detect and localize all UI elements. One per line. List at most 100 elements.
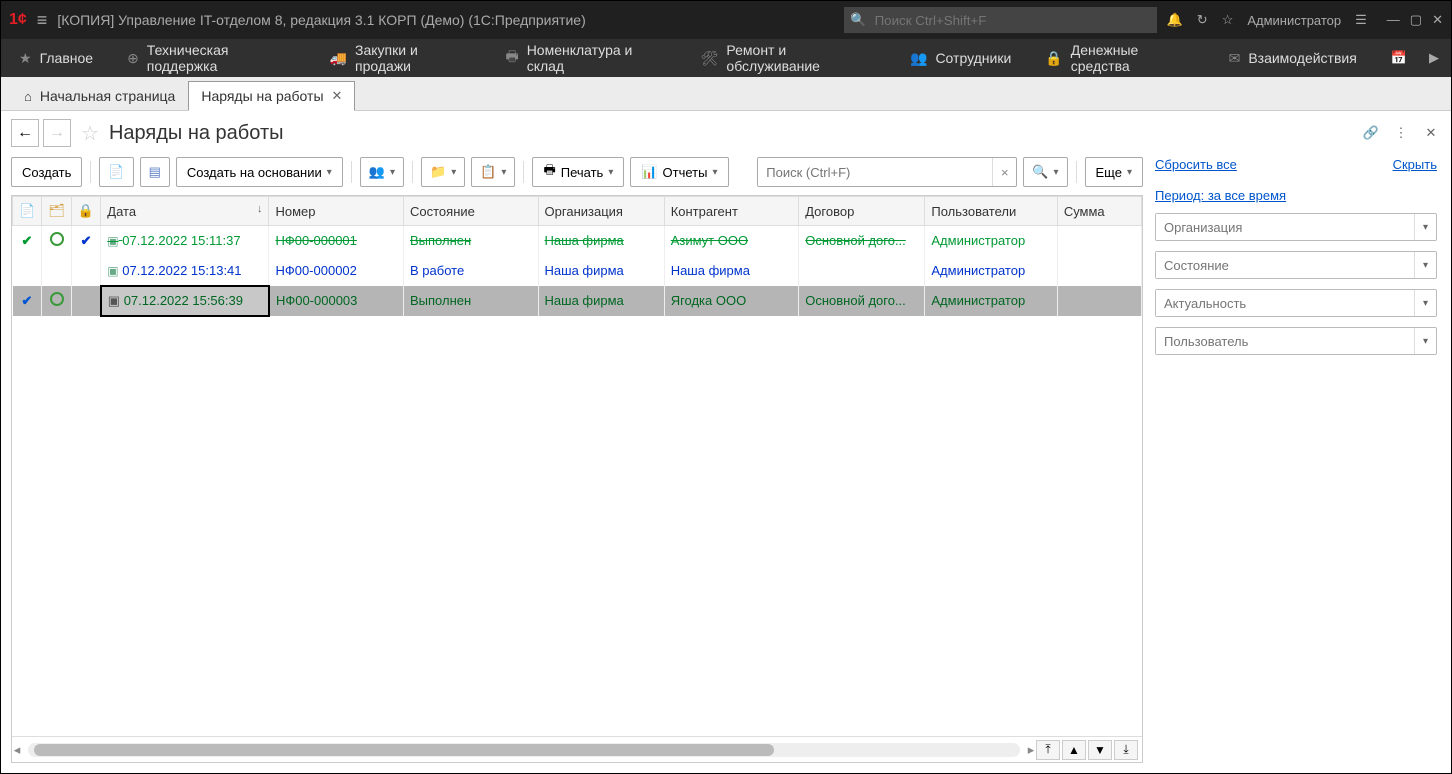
header-label: Дата (107, 204, 136, 219)
global-search-input[interactable] (867, 7, 1157, 33)
link-icon[interactable]: 🔗 (1361, 123, 1381, 143)
list-button[interactable]: ▤ (140, 157, 170, 187)
print-button[interactable]: 🖶Печать▾ (532, 157, 624, 187)
filter-state[interactable]: ▾ (1155, 251, 1437, 279)
nav-money[interactable]: 🔒Денежные средства (1031, 39, 1208, 77)
scroll-bottom-button[interactable]: ⤓ (1114, 740, 1138, 760)
filter-user-input[interactable] (1156, 328, 1414, 354)
nav-stock[interactable]: 🖶Номенклатура и склад (491, 39, 680, 77)
filter-state-input[interactable] (1156, 252, 1414, 278)
maximize-icon[interactable]: ▢ (1410, 12, 1422, 28)
hide-panel-link[interactable]: Скрыть (1393, 157, 1437, 172)
doc-icon: ▣ (107, 264, 118, 278)
nav-main[interactable]: ★Главное (5, 39, 107, 77)
nav-support[interactable]: ⊕Техническая поддержка (113, 39, 310, 77)
truck-icon: 🚚 (330, 50, 347, 67)
favorite-icon[interactable]: ☆ (81, 121, 99, 146)
scrollbar[interactable] (28, 743, 1020, 757)
scroll-up-button[interactable]: ▲ (1062, 740, 1086, 760)
close-icon[interactable]: ✕ (1432, 12, 1443, 28)
star-icon[interactable]: ☆ (1222, 12, 1234, 28)
col-mark2[interactable]: 🗂 (42, 197, 71, 226)
bell-icon[interactable]: 🔔 (1167, 12, 1183, 28)
users-button[interactable]: 👥▾ (360, 157, 404, 187)
tab-workorders[interactable]: Наряды на работы ✕ (188, 81, 355, 111)
col-state[interactable]: Состояние (404, 197, 539, 226)
col-users[interactable]: Пользователи (925, 197, 1057, 226)
search-input[interactable] (758, 158, 992, 186)
cell-users: Администратор (925, 226, 1057, 256)
col-org[interactable]: Организация (538, 197, 664, 226)
cell-sum (1057, 226, 1141, 256)
filter-org-input[interactable] (1156, 214, 1414, 240)
col-number[interactable]: Номер (269, 197, 404, 226)
nav-label: Закупки и продажи (355, 42, 471, 74)
cell-users: Администратор (925, 256, 1057, 286)
nav-label: Главное (40, 50, 94, 66)
scroll-left-icon[interactable]: ◂ (12, 742, 22, 758)
caret-icon: ▾ (1053, 167, 1058, 178)
tab-home[interactable]: ⌂ Начальная страница (11, 81, 188, 110)
cell-number: НФ00-000001 (269, 226, 404, 256)
col-contr[interactable]: Контрагент (664, 197, 799, 226)
period-link[interactable]: Период: за все время (1155, 188, 1286, 203)
create-button[interactable]: Создать (11, 157, 82, 187)
dropdown-icon[interactable]: ▾ (1414, 252, 1436, 278)
table-row[interactable]: ✔ ✔ ▣ 07.12.2022 15:11:37 НФ00-000001 Вы… (13, 226, 1142, 256)
folder-button[interactable]: 📁▾ (421, 157, 465, 187)
caret-icon: ▾ (451, 167, 456, 178)
cell-sum (1057, 256, 1141, 286)
close-page-icon[interactable]: ✕ (1421, 123, 1441, 143)
caret-icon: ▾ (501, 167, 506, 178)
nav-purchases[interactable]: 🚚 Закупки и продажи (316, 39, 486, 77)
filter-user[interactable]: ▾ (1155, 327, 1437, 355)
filter-org[interactable]: ▾ (1155, 213, 1437, 241)
col-sum[interactable]: Сумма (1057, 197, 1141, 226)
nav-label: Номенклатура и склад (527, 42, 667, 74)
settings-icon[interactable]: ☰ (1355, 12, 1367, 28)
col-mark1[interactable]: 📄 (13, 197, 42, 226)
col-date[interactable]: Дата ↓ (101, 197, 269, 226)
header-label: Договор (805, 204, 854, 219)
table-row[interactable]: ✔ ▣ 07.12.2022 15:56:39 НФ00-000003 Выпо… (13, 286, 1142, 316)
scrollbar-thumb[interactable] (34, 744, 774, 756)
tab-label: Наряды на работы (201, 88, 323, 104)
calendar-icon[interactable]: 📅 (1383, 50, 1415, 66)
back-button[interactable]: ← (11, 119, 39, 147)
dropdown-icon[interactable]: ▾ (1414, 290, 1436, 316)
nav-more-icon[interactable]: ▶ (1421, 50, 1447, 66)
copy-button[interactable]: 📄 (99, 157, 133, 187)
col-contract[interactable]: Договор (799, 197, 925, 226)
filter-actual-input[interactable] (1156, 290, 1414, 316)
search-clear-icon[interactable]: × (992, 158, 1016, 186)
task-button[interactable]: 📋▾ (471, 157, 515, 187)
scroll-top-button[interactable]: ⤒ (1036, 740, 1060, 760)
scroll-right-icon[interactable]: ▸ (1026, 742, 1036, 758)
cell-contr: Азимут ООО (664, 226, 799, 256)
col-mark3[interactable]: 🔒 (71, 197, 100, 226)
nav-label: Техническая поддержка (147, 42, 296, 74)
dropdown-icon[interactable]: ▾ (1414, 328, 1436, 354)
nav-interactions[interactable]: ✉Взаимодействия (1215, 39, 1371, 77)
nav-repair[interactable]: 🛠Ремонт и обслуживание (687, 39, 890, 77)
reports-button[interactable]: 📊Отчеты▾ (630, 157, 728, 187)
create-on-basis-button[interactable]: Создать на основании▾ (176, 157, 343, 187)
filter-actual[interactable]: ▾ (1155, 289, 1437, 317)
menu-icon[interactable]: ≡ (37, 10, 48, 31)
sort-asc-icon: ↓ (257, 203, 263, 215)
more-button[interactable]: Еще▾ (1085, 157, 1143, 187)
user-label[interactable]: Администратор (1247, 13, 1341, 28)
reset-filters-link[interactable]: Сбросить все (1155, 157, 1237, 172)
nav-staff[interactable]: 👥Сотрудники (896, 39, 1025, 77)
minimize-icon[interactable]: — (1387, 12, 1400, 28)
scroll-down-button[interactable]: ▼ (1088, 740, 1112, 760)
table-row[interactable]: ▣ 07.12.2022 15:13:41 НФ00-000002 В рабо… (13, 256, 1142, 286)
history-icon[interactable]: ↻ (1197, 12, 1208, 28)
page-header: ← → ☆ Наряды на работы 🔗 ⋮ ✕ (11, 119, 1441, 147)
cell-number: НФ00-000002 (269, 256, 404, 286)
search-button[interactable]: 🔍▾ (1023, 157, 1067, 187)
kebab-icon[interactable]: ⋮ (1391, 123, 1411, 143)
dropdown-icon[interactable]: ▾ (1414, 214, 1436, 240)
forward-button[interactable]: → (43, 119, 71, 147)
tab-close-icon[interactable]: ✕ (332, 88, 343, 104)
